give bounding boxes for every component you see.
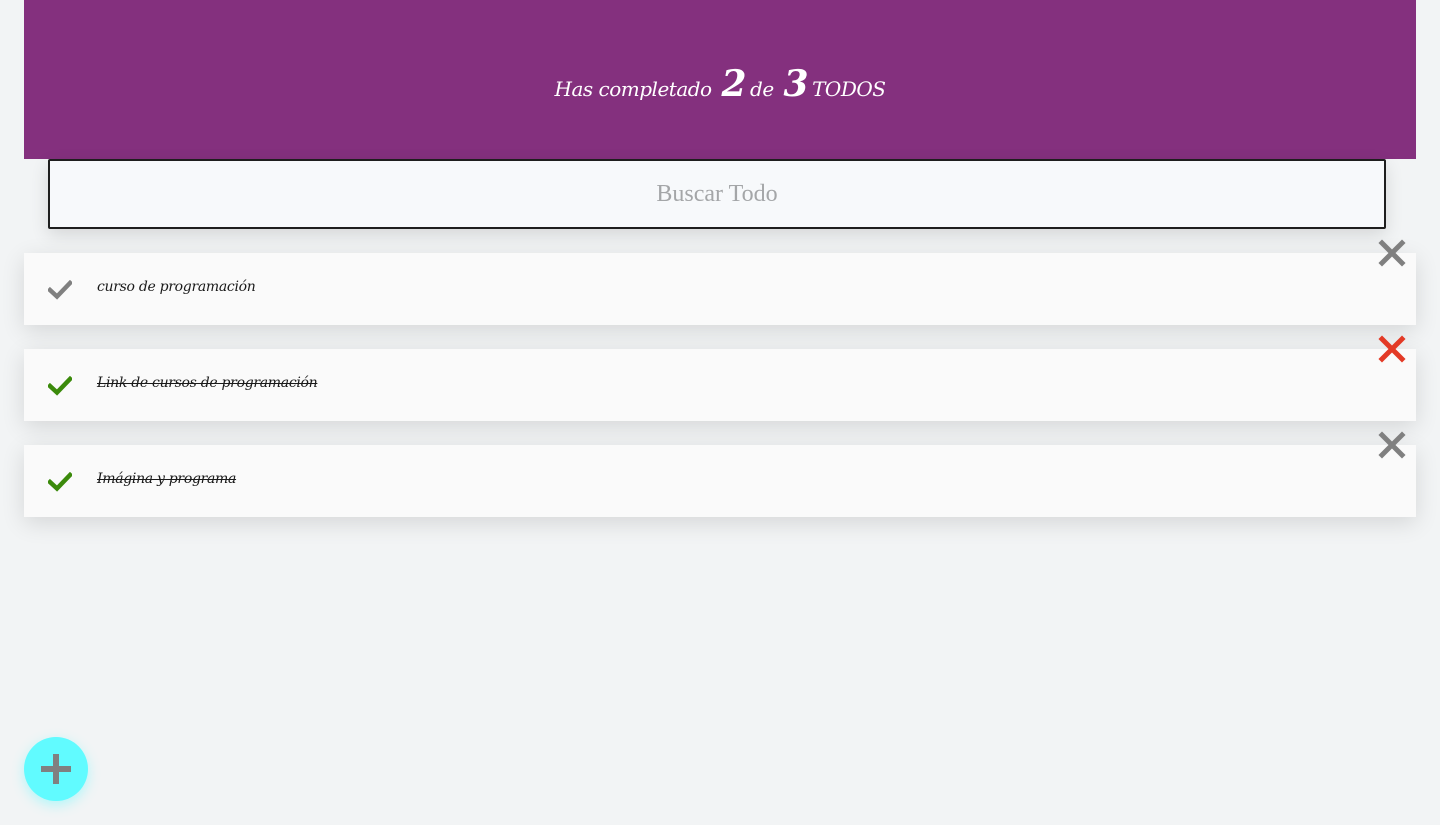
- plus-icon: [41, 754, 71, 784]
- completed-count: 2: [721, 62, 747, 105]
- search-bar: [48, 159, 1386, 229]
- todo-item: curso de programación: [24, 239, 1416, 325]
- todo-counter-header: Has completado 2 de 3 TODOS: [24, 0, 1416, 159]
- counter-connector: de: [750, 76, 774, 101]
- todo-item: Link de cursos de programación: [24, 335, 1416, 421]
- search-input[interactable]: [50, 161, 1384, 227]
- check-icon[interactable]: [48, 376, 72, 396]
- total-count: 3: [783, 62, 809, 105]
- todo-counter-title: Has completado 2 de 3 TODOS: [555, 63, 886, 105]
- check-icon[interactable]: [48, 280, 72, 300]
- close-icon[interactable]: [1378, 239, 1406, 267]
- todo-text: Link de cursos de programación: [97, 375, 318, 391]
- todo-list: curso de programación Link de cursos de …: [24, 239, 1416, 541]
- check-icon[interactable]: [48, 472, 72, 492]
- counter-suffix: TODOS: [812, 76, 886, 101]
- todo-text: Imágina y programa: [97, 471, 237, 487]
- close-icon[interactable]: [1378, 335, 1406, 363]
- add-todo-button[interactable]: [24, 737, 88, 801]
- counter-prefix: Has completado: [554, 76, 713, 101]
- close-icon[interactable]: [1378, 431, 1406, 459]
- todo-item: Imágina y programa: [24, 431, 1416, 517]
- todo-text: curso de programación: [97, 279, 256, 295]
